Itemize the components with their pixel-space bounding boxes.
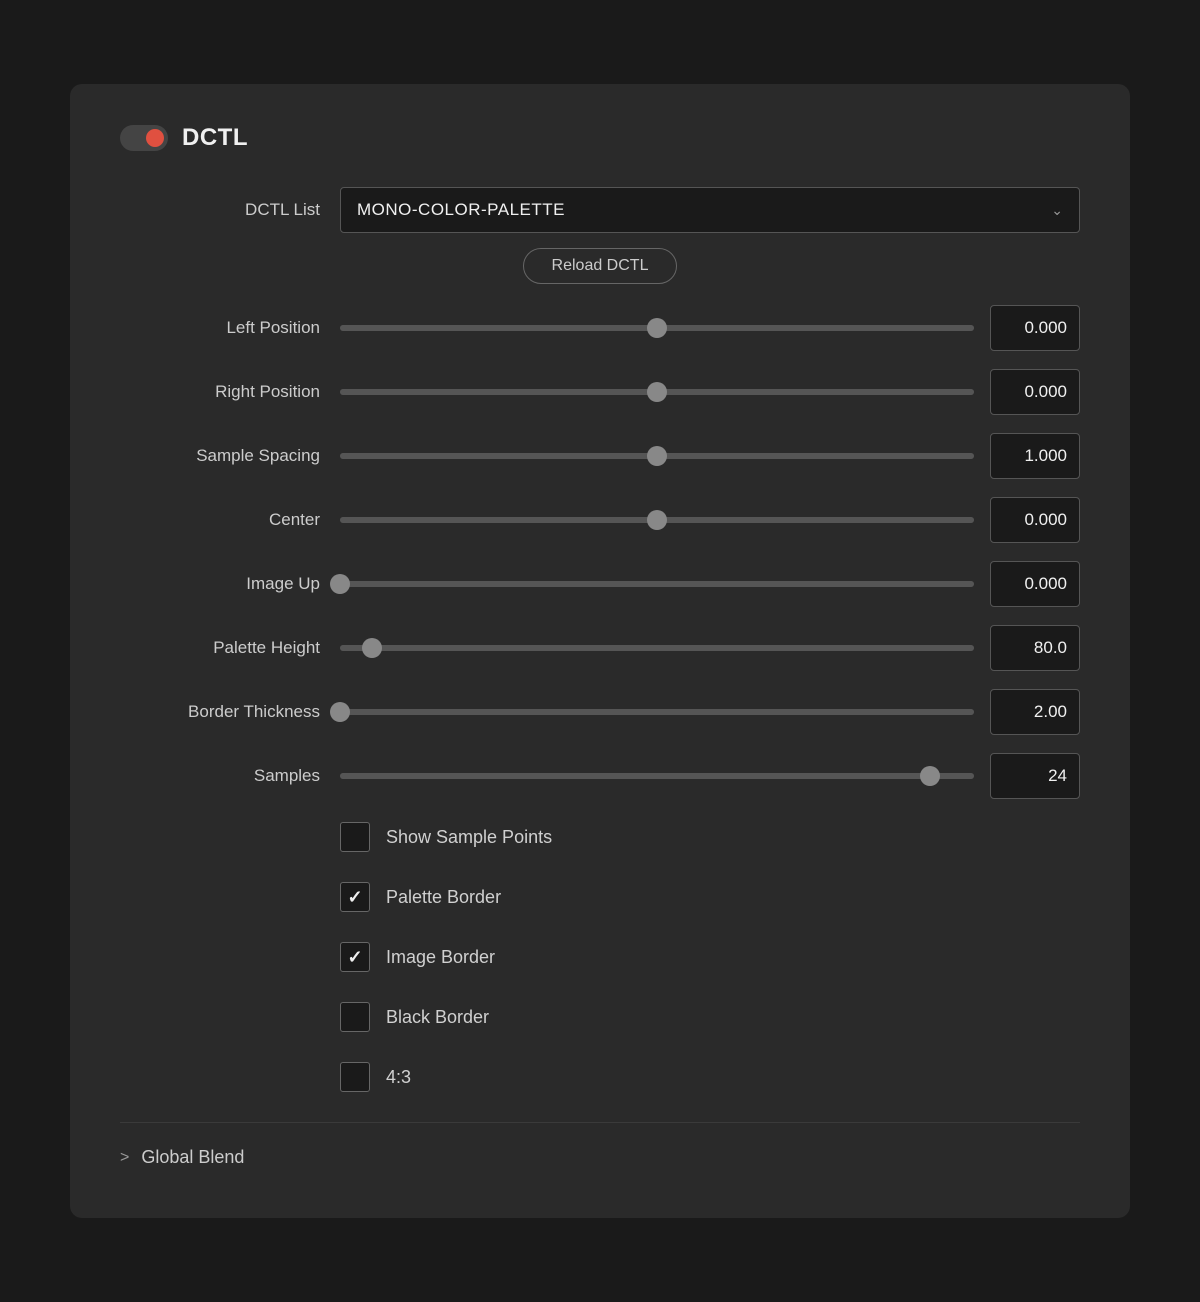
value-box-image-up[interactable]: 0.000 [990,561,1080,607]
value-box-palette-height[interactable]: 80.0 [990,625,1080,671]
slider-thumb-palette-height[interactable] [362,638,382,658]
value-box-sample-spacing[interactable]: 1.000 [990,433,1080,479]
slider-fill-image-up [340,581,974,587]
dctl-list-control: MONO-COLOR-PALETTE ⌄ [340,187,1080,233]
value-box-left-position[interactable]: 0.000 [990,305,1080,351]
chevron-down-icon: ⌄ [1051,202,1063,219]
checkbox-label-palette-border: Palette Border [386,887,501,908]
main-panel: DCTL DCTL List MONO-COLOR-PALETTE ⌄ Relo… [70,84,1130,1218]
slider-control-center: 0.000 [340,497,1080,543]
global-blend-label: Global Blend [141,1147,244,1168]
slider-label-sample-spacing: Sample Spacing [120,446,340,466]
slider-row-palette-height: Palette Height 80.0 [120,620,1080,676]
reload-button-row: Reload DCTL [120,248,1080,284]
slider-label-right-position: Right Position [120,382,340,402]
slider-track-sample-spacing[interactable] [340,453,974,459]
checkbox-black-border[interactable] [340,1002,370,1032]
slider-label-border-thickness: Border Thickness [120,702,340,722]
slider-row-image-up: Image Up 0.000 [120,556,1080,612]
checkbox-row-show-sample-points: Show Sample Points [340,812,1080,862]
slider-thumb-border-thickness[interactable] [330,702,350,722]
checkbox-label-image-border: Image Border [386,947,495,968]
slider-control-right-position: 0.000 [340,369,1080,415]
slider-control-samples: 24 [340,753,1080,799]
slider-track-left-position[interactable] [340,325,974,331]
slider-label-image-up: Image Up [120,574,340,594]
slider-control-palette-height: 80.0 [340,625,1080,671]
slider-track-image-up[interactable] [340,581,974,587]
checkbox-label-show-sample-points: Show Sample Points [386,827,552,848]
checkbox-palette-border[interactable]: ✓ [340,882,370,912]
sliders-container: Left Position 0.000 Right Position 0.000… [120,300,1080,804]
slider-thumb-sample-spacing[interactable] [647,446,667,466]
value-box-samples[interactable]: 24 [990,753,1080,799]
slider-thumb-samples[interactable] [920,766,940,786]
slider-row-center: Center 0.000 [120,492,1080,548]
global-blend-section[interactable]: > Global Blend [120,1122,1080,1168]
dctl-list-row: DCTL List MONO-COLOR-PALETTE ⌄ [120,182,1080,238]
slider-thumb-image-up[interactable] [330,574,350,594]
slider-label-center: Center [120,510,340,530]
reload-dctl-button[interactable]: Reload DCTL [523,248,678,284]
checkbox-show-sample-points[interactable] [340,822,370,852]
checkbox-aspect-43[interactable] [340,1062,370,1092]
value-box-border-thickness[interactable]: 2.00 [990,689,1080,735]
toggle-dot [146,129,164,147]
slider-track-border-thickness[interactable] [340,709,974,715]
slider-label-palette-height: Palette Height [120,638,340,658]
dctl-toggle[interactable] [120,125,168,151]
slider-control-left-position: 0.000 [340,305,1080,351]
dctl-list-label: DCTL List [120,200,340,220]
slider-track-samples[interactable] [340,773,974,779]
slider-row-border-thickness: Border Thickness 2.00 [120,684,1080,740]
slider-row-sample-spacing: Sample Spacing 1.000 [120,428,1080,484]
checkbox-row-aspect-43: 4:3 [340,1052,1080,1102]
slider-row-left-position: Left Position 0.000 [120,300,1080,356]
checkbox-image-border[interactable]: ✓ [340,942,370,972]
slider-fill-samples [340,773,974,779]
slider-label-samples: Samples [120,766,340,786]
slider-thumb-left-position[interactable] [647,318,667,338]
checkmark-icon: ✓ [347,947,362,968]
dctl-list-value: MONO-COLOR-PALETTE [357,200,565,220]
slider-row-samples: Samples 24 [120,748,1080,804]
checkbox-label-black-border: Black Border [386,1007,489,1028]
panel-title: DCTL [182,124,248,152]
slider-control-sample-spacing: 1.000 [340,433,1080,479]
checkbox-label-aspect-43: 4:3 [386,1067,411,1088]
checkbox-row-image-border: ✓ Image Border [340,932,1080,982]
panel-header: DCTL [120,124,1080,152]
checkbox-row-palette-border: ✓ Palette Border [340,872,1080,922]
checkbox-row-black-border: Black Border [340,992,1080,1042]
slider-fill-border-thickness [340,709,974,715]
dctl-list-dropdown[interactable]: MONO-COLOR-PALETTE ⌄ [340,187,1080,233]
slider-thumb-center[interactable] [647,510,667,530]
slider-row-right-position: Right Position 0.000 [120,364,1080,420]
slider-track-palette-height[interactable] [340,645,974,651]
value-box-right-position[interactable]: 0.000 [990,369,1080,415]
value-box-center[interactable]: 0.000 [990,497,1080,543]
checkmark-icon: ✓ [347,887,362,908]
checkboxes-container: Show Sample Points ✓ Palette Border ✓ Im… [340,812,1080,1102]
chevron-right-icon: > [120,1149,129,1167]
slider-label-left-position: Left Position [120,318,340,338]
slider-fill-palette-height [340,645,974,651]
slider-thumb-right-position[interactable] [647,382,667,402]
slider-control-image-up: 0.000 [340,561,1080,607]
slider-track-right-position[interactable] [340,389,974,395]
slider-control-border-thickness: 2.00 [340,689,1080,735]
slider-track-center[interactable] [340,517,974,523]
